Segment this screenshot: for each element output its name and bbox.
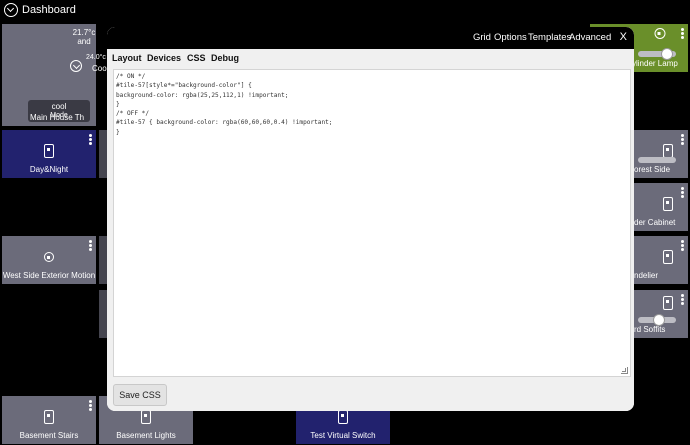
- nav-advanced[interactable]: Advanced: [569, 32, 611, 43]
- mode-button-value: cool: [51, 102, 67, 111]
- settings-modal: Grid Options Templates Advanced X Layout…: [107, 27, 634, 411]
- tile-label: Test Virtual Switch: [310, 431, 376, 440]
- top-bar: Dashboard: [0, 0, 690, 22]
- device-icon: [44, 144, 54, 158]
- tile-west-side-exterior-motion[interactable]: West Side Exterior Motion: [2, 236, 96, 284]
- tile-partial[interactable]: [99, 130, 107, 178]
- switch-icon: [663, 197, 673, 211]
- tab-css[interactable]: CSS: [187, 53, 206, 63]
- app-title: Dashboard: [22, 4, 76, 16]
- tile-label: rd Soffits: [634, 325, 666, 334]
- nav-options[interactable]: Options: [494, 32, 527, 43]
- tile-menu-icon[interactable]: [681, 294, 684, 305]
- bulb-icon: [654, 28, 666, 39]
- dashboard-root: Dashboard 21.7°c and 24.0°c Cool cool Mo…: [0, 0, 690, 445]
- tile-menu-icon[interactable]: [681, 240, 684, 251]
- nav-templates[interactable]: Templates: [528, 32, 571, 43]
- tab-debug[interactable]: Debug: [211, 53, 239, 63]
- tile-menu-icon[interactable]: [89, 400, 92, 411]
- tab-devices[interactable]: Devices: [147, 53, 181, 63]
- save-css-button[interactable]: Save CSS: [113, 384, 167, 406]
- tile-menu-icon[interactable]: [89, 134, 92, 145]
- switch-icon: [141, 410, 151, 424]
- chevron-down-icon[interactable]: [70, 60, 82, 72]
- thermostat-setpoint: 24.0°c: [86, 54, 106, 61]
- tile-label: der Cabinet: [634, 218, 676, 227]
- tile-label: West Side Exterior Motion: [2, 271, 96, 280]
- tile-day-night[interactable]: Day&Night: [2, 130, 96, 178]
- hubitat-logo-icon[interactable]: [4, 3, 18, 17]
- css-editor-content: /* ON */ #tile-57[style*="background-col…: [116, 73, 333, 136]
- switch-icon: [338, 410, 348, 424]
- modal-tabs: Layout Devices CSS Debug: [107, 49, 634, 69]
- tile-label: orest Side: [634, 165, 671, 174]
- switch-icon: [44, 410, 54, 424]
- tab-layout[interactable]: Layout: [112, 53, 142, 63]
- modal-footer: Save CSS: [107, 379, 634, 411]
- tile-menu-icon[interactable]: [681, 28, 684, 39]
- tile-label: Main House Th: [30, 113, 85, 122]
- tile-label: Basement Lights: [116, 431, 176, 440]
- close-icon[interactable]: X: [620, 31, 627, 43]
- switch-icon: [663, 250, 673, 264]
- switch-icon: [663, 144, 673, 158]
- tile-menu-icon[interactable]: [681, 187, 684, 198]
- thermostat-mode: Cool: [92, 64, 109, 73]
- tile-menu-icon[interactable]: [89, 240, 92, 251]
- motion-sensor-icon: [44, 252, 54, 262]
- tile-label: ndelier: [634, 271, 659, 280]
- switch-icon: [663, 296, 673, 310]
- css-editor-textarea[interactable]: /* ON */ #tile-57[style*="background-col…: [113, 69, 631, 377]
- tile-menu-icon[interactable]: [681, 134, 684, 145]
- nav-grid[interactable]: Grid: [473, 32, 491, 43]
- tile-basement-stairs[interactable]: Basement Stairs: [2, 396, 96, 444]
- tile-partial[interactable]: [99, 236, 107, 284]
- thermostat-temperature: 21.7°c and: [72, 28, 96, 46]
- modal-header: Grid Options Templates Advanced X: [107, 27, 634, 49]
- dimmer-slider[interactable]: [638, 157, 676, 163]
- tile-partial[interactable]: [99, 290, 107, 338]
- resize-handle-icon[interactable]: [621, 367, 628, 374]
- tile-label: Day&Night: [29, 165, 69, 174]
- tile-label: Basement Stairs: [19, 431, 79, 440]
- tile-main-house-thermostat[interactable]: 21.7°c and 24.0°c Cool cool Mode Main Ho…: [2, 24, 108, 126]
- tile-label: ylinder Lamp: [632, 59, 678, 68]
